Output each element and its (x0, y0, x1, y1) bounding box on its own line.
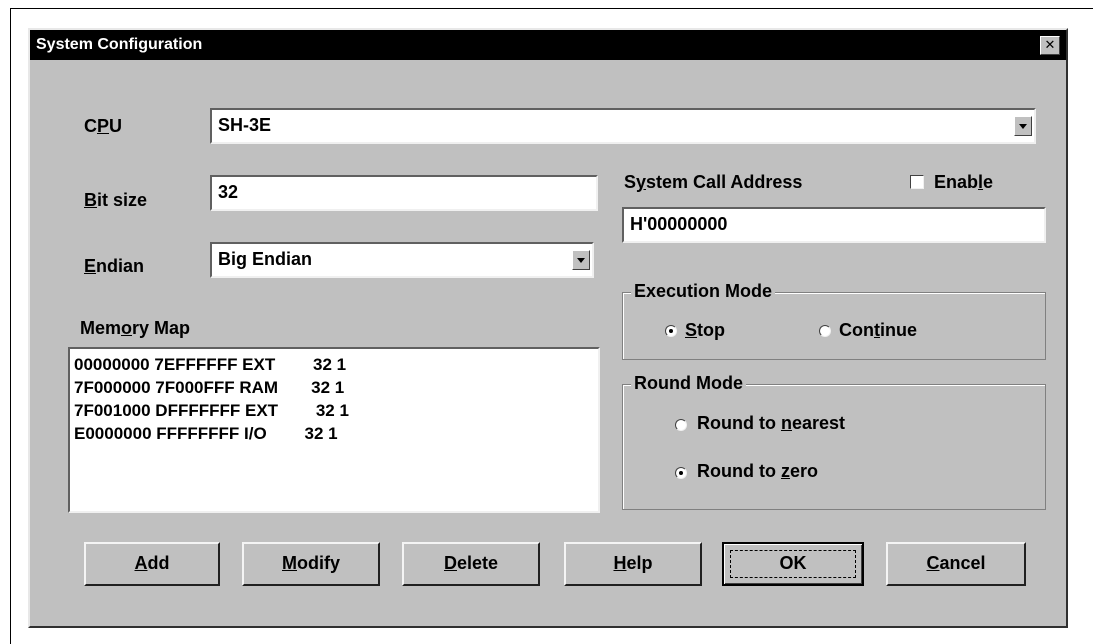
continue-label-post: inue (880, 320, 918, 340)
continue-label-pre: Con (839, 320, 874, 340)
help-label: elp (626, 553, 653, 573)
bit-size-label-post: it size (97, 190, 148, 210)
stop-label-post: top (697, 320, 725, 340)
endian-accel: E (84, 256, 97, 276)
execution-mode-group: Execution Mode Stop Continue (622, 281, 1046, 360)
memory-map-label: Memory Map (80, 318, 190, 339)
title-bar: System Configuration ✕ (30, 30, 1066, 60)
cancel-label: ancel (939, 553, 986, 573)
stop-accel: S (685, 320, 698, 340)
round-zero-accel: z (780, 461, 790, 481)
round-zero-label[interactable]: Round to zero (697, 461, 818, 482)
round-mode-title: Round Mode (631, 373, 746, 394)
round-mode-group: Round Mode Round to nearest Round to zer… (622, 373, 1046, 510)
memory-map-row[interactable]: 00000000 7EFFFFFF EXT 32 1 (74, 353, 594, 376)
round-zero-pre: Round to (697, 461, 781, 481)
system-call-address-input[interactable]: H'00000000 (622, 207, 1046, 243)
endian-value: Big Endian (218, 249, 312, 269)
memory-map-list[interactable]: 00000000 7EFFFFFF EXT 32 1 7F000000 7F00… (68, 347, 600, 513)
cpu-label-pre: C (84, 116, 97, 136)
modify-label: odify (297, 553, 340, 573)
memory-map-row[interactable]: 7F001000 DFFFFFFF EXT 32 1 (74, 399, 594, 422)
system-call-label: System Call Address (624, 172, 802, 193)
bit-size-input[interactable]: 32 (210, 175, 598, 211)
help-button[interactable]: Help (564, 542, 702, 586)
enable-label-pre: Enab (934, 172, 979, 192)
cpu-dropdown-icon[interactable] (1014, 116, 1032, 136)
bit-size-accel: B (84, 190, 97, 210)
cpu-select[interactable]: SH-3E (210, 108, 1036, 144)
cpu-label-post: U (109, 116, 123, 136)
round-zero-post: ero (789, 461, 818, 481)
round-nearest-radio[interactable] (675, 419, 687, 431)
round-zero-radio[interactable] (675, 467, 687, 479)
round-nearest-post: earest (791, 413, 846, 433)
add-label: dd (147, 553, 170, 573)
ok-button[interactable]: OK (722, 542, 864, 586)
cpu-label: CPU (84, 116, 122, 137)
delete-button[interactable]: Delete (402, 542, 540, 586)
memory-map-label-pre: Mem (80, 318, 122, 338)
memory-map-row[interactable]: E0000000 FFFFFFFF I/O 32 1 (74, 422, 594, 445)
execution-mode-title: Execution Mode (631, 281, 776, 302)
enable-checkbox[interactable] (910, 175, 924, 189)
add-button[interactable]: Add (84, 542, 220, 586)
cancel-accel: C (926, 553, 940, 573)
endian-label-post: ndian (96, 256, 145, 276)
system-configuration-dialog: System Configuration ✕ CPU SH-3E Bit siz… (28, 28, 1068, 628)
endian-label: Endian (84, 256, 144, 277)
memory-map-label-post: ry Map (132, 318, 191, 338)
system-call-value: H'00000000 (630, 214, 728, 234)
cancel-button[interactable]: Cancel (886, 542, 1026, 586)
modify-button[interactable]: Modify (242, 542, 380, 586)
system-call-label-pre: S (624, 172, 637, 192)
cpu-label-accel: P (97, 116, 110, 136)
memory-map-row[interactable]: 7F000000 7F000FFF RAM 32 1 (74, 376, 594, 399)
continue-label[interactable]: Continue (839, 320, 917, 341)
delete-accel: D (443, 553, 457, 573)
enable-label[interactable]: Enable (934, 172, 993, 193)
system-call-label-post: stem Call Address (646, 172, 803, 192)
help-accel: H (613, 553, 627, 573)
memory-map-accel: o (121, 318, 133, 338)
modify-accel: M (282, 553, 297, 573)
cpu-value: SH-3E (218, 115, 272, 135)
bit-size-value: 32 (218, 182, 239, 202)
round-nearest-pre: Round to (697, 413, 781, 433)
enable-label-post: e (983, 172, 994, 192)
focus-rect (730, 550, 856, 578)
close-icon[interactable]: ✕ (1040, 36, 1060, 55)
add-accel: A (134, 553, 148, 573)
round-nearest-accel: n (780, 413, 792, 433)
stop-label[interactable]: Stop (685, 320, 725, 341)
endian-select[interactable]: Big Endian (210, 242, 594, 278)
stop-radio[interactable] (665, 325, 677, 337)
delete-label: elete (456, 553, 499, 573)
continue-radio[interactable] (819, 325, 831, 337)
window-title: System Configuration (36, 36, 203, 53)
round-nearest-label[interactable]: Round to nearest (697, 413, 845, 434)
system-call-accel: y (636, 172, 647, 192)
endian-dropdown-icon[interactable] (572, 250, 590, 270)
bit-size-label: Bit size (84, 190, 147, 211)
